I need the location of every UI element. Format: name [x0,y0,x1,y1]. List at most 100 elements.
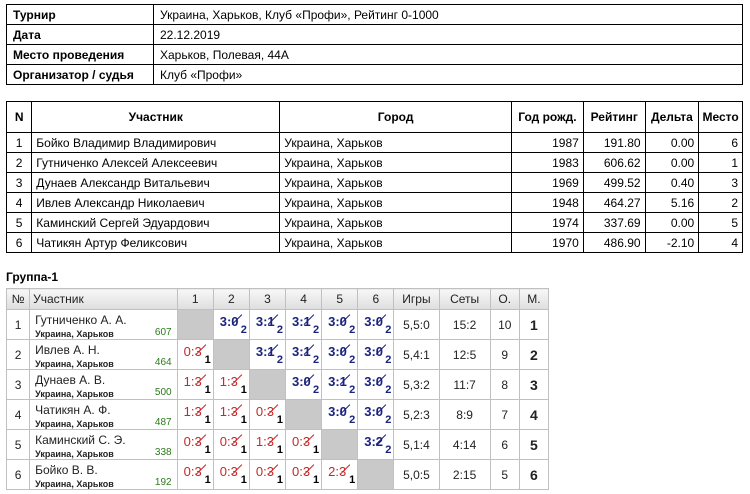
cell-city: Украина, Харьков [279,232,512,253]
group-cell-player: Ивлев А. Н. Украина, Харьков 464 [29,339,178,370]
match-result-cell[interactable]: 3:0 2 [212,309,250,340]
match-result-cell[interactable]: 0:3 1 [212,429,250,460]
match-result-cell[interactable]: 3:0 2 [321,339,359,370]
match-points: 1 [240,414,247,426]
cell-delta: -2.10 [644,232,700,253]
match-result-cell[interactable]: 0:3 1 [248,399,286,430]
group-table: № Участник 1 2 3 4 5 6 Игры Сеты О. М. 1… [5,288,550,490]
match-result-cell[interactable]: 3:2 2 [357,429,395,460]
group-cell-games: 5,2:3 [393,399,440,430]
cell-delta: 0.00 [644,212,700,233]
group-cell-games: 5,5:0 [393,309,440,340]
match-points: 1 [204,384,211,396]
group-cell-player: Гутниченко А. А. Украина, Харьков 607 [29,309,178,340]
col-delta: Дельта [644,101,700,133]
match-result-cell[interactable]: 0:3 1 [176,459,214,490]
cell-rating: 606.62 [582,152,646,173]
match-result-cell[interactable]: 0:3 1 [176,429,214,460]
player-city: Украина, Харьков [35,479,114,489]
player-rating: 464 [154,357,172,368]
match-score: 3:1 [328,374,347,389]
group-title: Группа-1 [6,270,59,284]
player-name[interactable]: Чатикян А. Ф. [35,403,110,417]
cell-city: Украина, Харьков [279,132,512,153]
col-city: Город [279,101,512,133]
match-result-cell[interactable]: 3:1 2 [321,369,359,400]
player-name[interactable]: Дунаев А. В. [35,373,105,387]
match-result-cell[interactable]: 3:0 2 [284,369,323,400]
match-score: 3:1 [291,344,311,359]
info-label: Место проведения [6,44,154,65]
match-points: 2 [312,384,320,396]
match-result-cell[interactable]: 1:3 1 [176,399,214,430]
match-result-cell[interactable]: 3:1 2 [248,309,286,340]
match-result-cell[interactable]: 3:0 2 [321,399,359,430]
match-score: 3:2 [364,434,384,449]
group-cell-sets: 12:5 [438,339,491,370]
match-result-cell[interactable]: 1:3 1 [176,369,214,400]
match-result-cell[interactable]: 3:1 2 [284,339,323,370]
col-place: Место [698,101,743,133]
match-result-cell[interactable]: 0:3 1 [176,339,214,370]
match-result-cell[interactable]: 3:0 2 [357,369,395,400]
match-result-cell[interactable]: 3:1 2 [284,309,323,340]
group-cell-points: 6 [489,429,520,460]
match-result-cell[interactable]: 3:0 2 [357,339,395,370]
player-rating: 500 [154,387,172,398]
group-row: 5 Каминский С. Э. Украина, Харьков 338 0:3 1 0… [5,429,550,460]
match-score: 3:0 [328,314,347,329]
cell-player: Чатикян Артур Феликсович [31,232,281,253]
diagonal-cell [248,369,286,400]
diagonal-cell [321,429,359,460]
cell-city: Украина, Харьков [279,212,512,233]
info-label: Дата [6,24,154,45]
match-result-cell[interactable]: 1:3 1 [248,429,286,460]
cell-player: Ивлев Александр Николаевич [31,192,281,213]
group-cell-games: 5,0:5 [393,459,440,490]
player-rating: 338 [154,447,172,458]
match-result-cell[interactable]: 3:0 2 [321,309,359,340]
group-cell-points: 7 [489,399,520,430]
cell-delta: 0.00 [644,152,700,173]
match-result-cell[interactable]: 1:3 1 [212,369,250,400]
match-points: 2 [385,444,392,456]
player-city: Украина, Харьков [35,419,114,429]
match-result-cell[interactable]: 0:3 1 [248,459,286,490]
cell-year: 1948 [510,192,584,213]
group-cell-sets: 8:9 [438,399,491,430]
group-cell-player: Дунаев А. В. Украина, Харьков 500 [29,369,178,400]
match-points: 1 [204,474,211,486]
group-cell-place: 5 [518,429,550,460]
match-result-cell[interactable]: 0:3 1 [284,459,323,490]
player-name[interactable]: Гутниченко А. А. [35,313,126,327]
group-row: 3 Дунаев А. В. Украина, Харьков 500 1:3 1 1:3 1… [5,369,550,400]
participants-table: N Участник Город Год рожд. Рейтинг Дельт… [5,101,743,253]
player-name[interactable]: Бойко В. В. [35,463,98,477]
player-name[interactable]: Ивлев А. Н. [35,343,100,357]
info-label: Организатор / судья [6,64,154,85]
match-points: 2 [385,324,392,336]
player-city: Украина, Харьков [35,389,114,399]
group-cell-player: Бойко В. В. Украина, Харьков 192 [29,459,178,490]
cell-year: 1983 [510,152,584,173]
match-score: 3:0 [364,344,384,359]
match-result-cell[interactable]: 0:3 1 [284,429,323,460]
group-col-player: Участник [29,288,178,310]
match-points: 1 [312,474,320,486]
cell-n: 4 [5,192,33,213]
match-result-cell[interactable]: 0:3 1 [212,459,250,490]
match-result-cell[interactable]: 3:1 2 [248,339,286,370]
group-col-6: 6 [357,288,395,310]
match-points: 2 [349,354,356,366]
match-result-cell[interactable]: 1:3 1 [212,399,250,430]
match-points: 2 [385,384,392,396]
match-points: 1 [204,414,211,426]
match-result-cell[interactable]: 3:0 2 [357,309,395,340]
match-score: 3:1 [291,314,311,329]
match-result-cell[interactable]: 2:3 1 [321,459,359,490]
match-result-cell[interactable]: 3:0 2 [357,399,395,430]
group-col-points: О. [489,288,520,310]
cell-city: Украина, Харьков [279,172,512,193]
player-name[interactable]: Каминский С. Э. [35,433,126,447]
player-rating: 192 [154,477,172,488]
